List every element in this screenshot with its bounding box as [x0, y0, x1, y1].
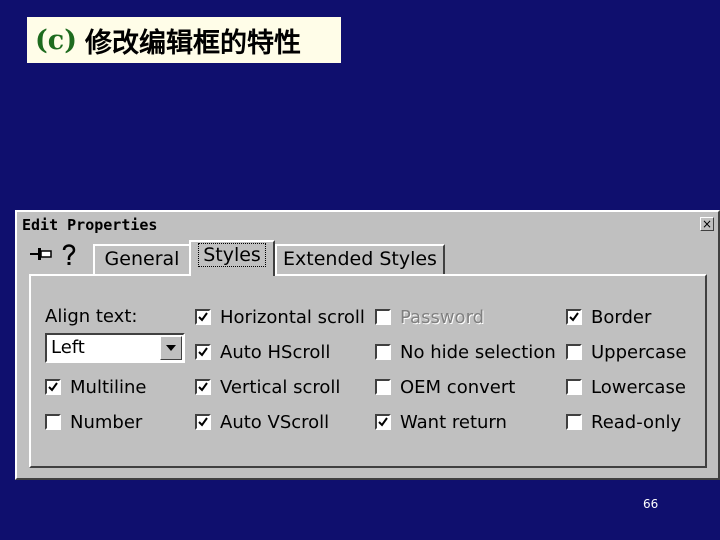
checkbox-auto-vscroll[interactable]: Auto VScroll	[195, 410, 329, 434]
dropdown-button[interactable]	[160, 336, 182, 360]
checkbox-box	[375, 309, 391, 325]
caption-tag: (c)	[35, 24, 77, 56]
tab-styles[interactable]: Styles	[189, 240, 275, 276]
tab-extended-styles-label: Extended Styles	[283, 248, 437, 270]
checkbox-number[interactable]: Number	[45, 410, 142, 434]
checkbox-box[interactable]	[195, 309, 211, 325]
checkmark-icon	[569, 312, 579, 322]
checkbox-box[interactable]	[566, 414, 582, 430]
checkbox-box[interactable]	[566, 379, 582, 395]
checkmark-icon	[198, 382, 208, 392]
close-button[interactable]: ×	[700, 217, 714, 231]
checkbox-label: Read-only	[591, 411, 682, 433]
checkbox-label: Lowercase	[591, 376, 686, 398]
checkbox-box[interactable]	[195, 344, 211, 360]
checkbox-box[interactable]	[45, 379, 61, 395]
checkbox-horizontal-scroll[interactable]: Horizontal scroll	[195, 305, 365, 329]
checkmark-icon	[198, 347, 208, 357]
checkbox-label: Number	[70, 411, 143, 433]
tab-general[interactable]: General	[93, 244, 191, 274]
dialog-titlebar[interactable]: Edit Properties ×	[17, 212, 718, 238]
checkbox-lowercase[interactable]: Lowercase	[566, 375, 686, 399]
slide-caption: (c) 修改编辑框的特性	[27, 17, 341, 63]
checkbox-box[interactable]	[45, 414, 61, 430]
align-text-dropdown[interactable]: Left	[45, 333, 185, 363]
tab-styles-label: Styles	[198, 243, 266, 267]
checkmark-icon	[48, 382, 58, 392]
checkbox-label: Multiline	[70, 376, 147, 398]
help-icon[interactable]	[61, 242, 77, 266]
align-text-label: Align text:	[45, 306, 138, 327]
checkbox-no-hide-selection[interactable]: No hide selection	[375, 340, 556, 364]
checkbox-label: OEM convert	[400, 376, 516, 398]
checkbox-vertical-scroll[interactable]: Vertical scroll	[195, 375, 340, 399]
checkbox-uppercase[interactable]: Uppercase	[566, 340, 686, 364]
checkbox-label: Vertical scroll	[220, 376, 341, 398]
checkbox-label: Password	[400, 306, 485, 328]
checkbox-box[interactable]	[375, 344, 391, 360]
checkbox-label: Border	[591, 306, 652, 328]
checkbox-box[interactable]	[195, 379, 211, 395]
checkbox-box[interactable]	[195, 414, 211, 430]
checkbox-label: Auto HScroll	[220, 341, 331, 363]
checkbox-label: No hide selection	[400, 341, 556, 363]
checkbox-box[interactable]	[375, 379, 391, 395]
edit-properties-dialog: Edit Properties × General Extended Style…	[15, 210, 720, 480]
checkbox-box[interactable]	[375, 414, 391, 430]
align-text-value: Left	[51, 337, 85, 358]
checkbox-border[interactable]: Border	[566, 305, 651, 329]
checkmark-icon	[198, 312, 208, 322]
checkbox-want-return[interactable]: Want return	[375, 410, 507, 434]
checkbox-box[interactable]	[566, 344, 582, 360]
page-number: 66	[643, 497, 659, 511]
checkbox-password: Password	[375, 305, 484, 329]
checkbox-read-only[interactable]: Read-only	[566, 410, 681, 434]
checkmark-icon	[198, 417, 208, 427]
tab-extended-styles[interactable]: Extended Styles	[275, 244, 445, 274]
checkbox-label: Want return	[400, 411, 507, 433]
checkbox-multiline[interactable]: Multiline	[45, 375, 146, 399]
dialog-title: Edit Properties	[22, 216, 158, 234]
checkmark-icon	[378, 417, 388, 427]
chevron-down-icon	[166, 345, 176, 351]
checkbox-box[interactable]	[566, 309, 582, 325]
checkbox-label: Auto VScroll	[220, 411, 330, 433]
checkbox-label: Horizontal scroll	[220, 306, 365, 328]
checkbox-label: Uppercase	[591, 341, 687, 363]
styles-panel	[29, 274, 707, 468]
caption-text: 修改编辑框的特性	[85, 27, 301, 59]
close-icon: ×	[701, 217, 713, 231]
checkbox-oem-convert[interactable]: OEM convert	[375, 375, 515, 399]
checkbox-auto-hscroll[interactable]: Auto HScroll	[195, 340, 330, 364]
tab-general-label: General	[104, 248, 180, 270]
pin-icon[interactable]	[29, 244, 53, 264]
